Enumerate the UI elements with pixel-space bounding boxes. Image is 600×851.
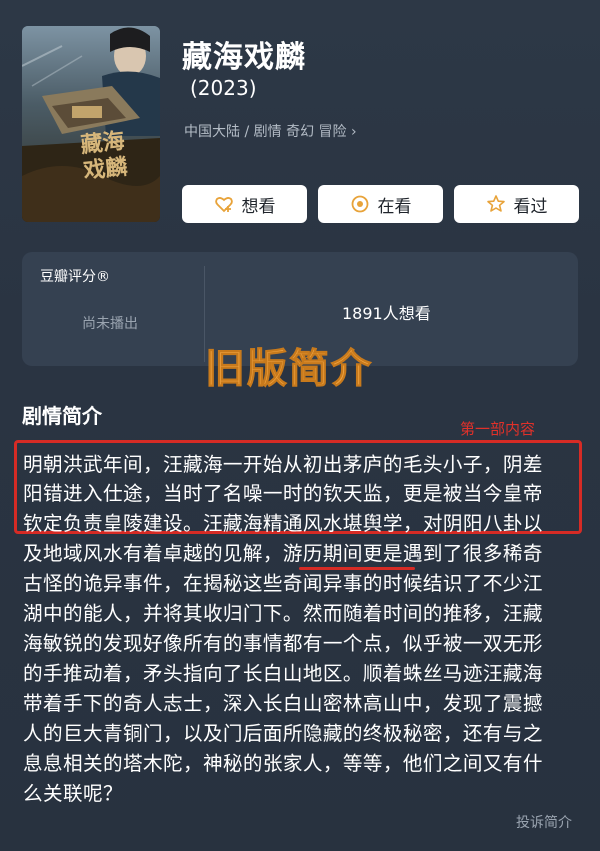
synopsis-line: 息息相关的塔木陀，神秘的张家人，等等，他们之间又有什 [23, 752, 543, 775]
part-one-annotation: 第一部内容 [460, 420, 536, 438]
synopsis-line: 阳错进入仕途，当时了名噪一时的钦天监，更是被当今皇帝 [23, 482, 543, 505]
heart-plus-icon [214, 194, 234, 214]
old-version-annotation: 旧版简介 [205, 346, 373, 393]
movie-meta-link[interactable]: 中国大陆 / 剧情 奇幻 冒险 › [184, 121, 357, 141]
synopsis-line: 的手推动着，矛头指向了长白山地区。顺着蛛丝马迹汪藏海 [23, 662, 543, 685]
watched-button-label: 看过 [513, 196, 548, 217]
douban-rating-label: 豆瓣评分® [40, 269, 110, 285]
report-synopsis-link[interactable]: 投诉简介 [516, 812, 572, 832]
movie-poster[interactable]: 藏海戏麟 [22, 26, 160, 222]
movie-title: 藏海戏麟 [182, 40, 306, 75]
star-outline-icon [486, 194, 506, 214]
synopsis-title: 剧情简介 [22, 404, 102, 428]
synopsis-line: 海敏锐的发现好像所有的事情都有一个点，似乎被一双无形 [23, 632, 543, 655]
poster-art [22, 26, 160, 222]
synopsis-line: 钦定负责皇陵建设。汪藏海精通风水堪舆学，对阴阳八卦以 [23, 512, 543, 535]
want-button-label: 想看 [241, 196, 276, 217]
synopsis-line: 明朝洪武年间，汪藏海一开始从初出茅庐的毛头小子，阴差 [23, 453, 543, 476]
synopsis-line: 人的巨大青铜门，以及门后面所隐藏的终极秘密，还有与之 [23, 722, 543, 745]
movie-year: (2023) [190, 76, 257, 100]
rating-status: 尚未播出 [82, 316, 138, 332]
target-dot-icon [350, 194, 370, 214]
watching-button[interactable]: 在看 [318, 185, 443, 223]
watched-button[interactable]: 看过 [454, 185, 579, 223]
poster-calligraphy: 藏海戏麟 [79, 127, 129, 185]
synopsis-line: 么关联呢？ [23, 782, 123, 805]
wish-count[interactable]: 1891人想看 [342, 300, 431, 324]
synopsis-line: 湖中的能人，并将其收归门下。然而随着时间的推移，汪藏 [23, 602, 543, 625]
synopsis-line: 古怪的诡异事件，在揭秘这些奇闻异事的时候结识了不少江 [23, 572, 543, 595]
synopsis-line: 及地域风水有着卓越的见解，游历期间更是遇到了很多稀奇 [23, 542, 543, 565]
want-to-watch-button[interactable]: 想看 [182, 185, 307, 223]
synopsis-line: 带着手下的奇人志士，深入长白山密林高山中，发现了震撼 [23, 692, 543, 715]
watching-button-label: 在看 [377, 196, 412, 217]
